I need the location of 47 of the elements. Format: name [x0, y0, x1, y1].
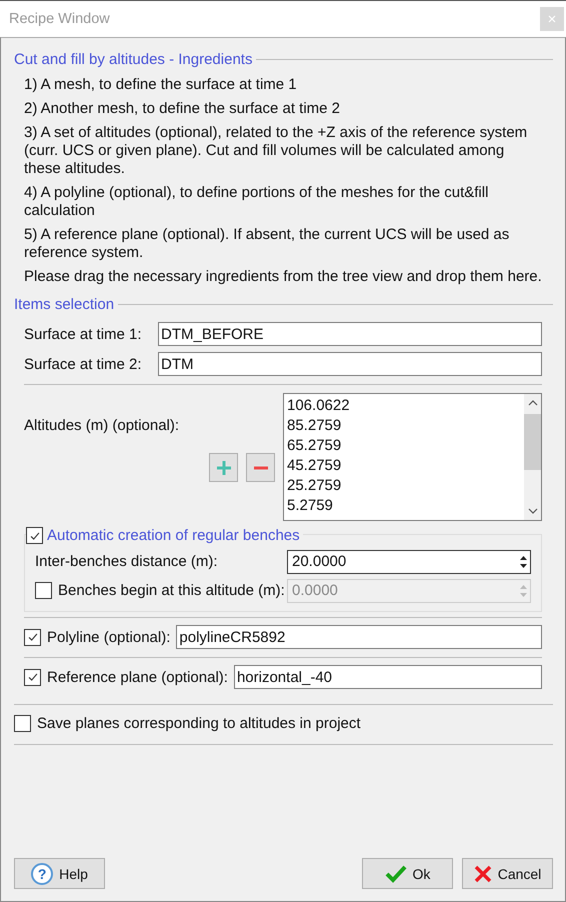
scroll-down-icon[interactable]: [528, 508, 538, 514]
text-field[interactable]: DTM: [158, 352, 542, 376]
field-label: Altitudes (m) (optional):: [24, 417, 180, 434]
help-button[interactable]: ? Help: [14, 858, 105, 889]
remove-button[interactable]: [246, 453, 275, 482]
instruction-text: 3) A set of altitudes (optional), related to the +Z axis of the reference system (curr. UCS or given plane). Cut and fill volumes will be calculated among these altitudes.: [24, 124, 528, 178]
instruction-text: 4) A polyline (optional), to define portions of the meshes for the cut&fill calculation: [24, 184, 490, 220]
checkbox[interactable]: [14, 715, 31, 732]
checkbox[interactable]: [24, 668, 41, 686]
list-item[interactable]: 106.0622: [287, 396, 524, 416]
minus-icon: [252, 466, 268, 470]
field-label: Inter-benches distance (m):: [35, 553, 218, 570]
window-title: Recipe Window: [9, 11, 110, 27]
ok-button[interactable]: Ok: [362, 858, 453, 889]
spin-box[interactable]: 20.0000: [287, 550, 531, 574]
group-title: Items selection: [14, 296, 114, 313]
checkbox[interactable]: [26, 527, 43, 544]
help-icon: ?: [31, 862, 54, 884]
instruction-text: 2) Another mesh, to define the surface at time 2: [24, 100, 342, 118]
checkbox-label: Polyline (optional):: [47, 628, 170, 646]
list-item[interactable]: 85.2759: [287, 416, 524, 436]
text-field[interactable]: DTM_BEFORE: [158, 322, 542, 346]
field-label: Surface at time 2:: [24, 356, 143, 372]
list-item[interactable]: 45.2759: [287, 456, 524, 476]
list-item[interactable]: 5.2759: [287, 496, 524, 516]
instruction-text: 1) A mesh, to define the surface at time 1: [24, 76, 298, 94]
text-field[interactable]: horizontal_-40: [234, 665, 542, 689]
cancel-button[interactable]: Cancel: [462, 858, 553, 889]
field-label: Surface at time 1:: [24, 326, 143, 342]
scrollbar[interactable]: [524, 394, 541, 520]
close-icon: [547, 14, 557, 24]
list-item[interactable]: 65.2759: [287, 436, 524, 456]
plus-icon: [216, 460, 232, 476]
field-label: Benches begin at this altitude (m):: [58, 582, 285, 599]
scroll-up-icon[interactable]: [528, 400, 538, 406]
scroll-thumb[interactable]: [524, 414, 541, 470]
checkmark-icon: [384, 864, 407, 882]
checkbox[interactable]: [24, 628, 41, 646]
group-title: Cut and fill by altitudes - Ingredients: [14, 51, 252, 68]
instruction-text: Please drag the necessary ingredients from the tree view and drop them here.: [24, 268, 543, 286]
text-field[interactable]: polylineCR5892: [176, 625, 542, 649]
list-item[interactable]: 25.2759: [287, 476, 524, 496]
checkbox-label: Reference plane (optional):: [47, 668, 228, 686]
checkbox-label: Save planes corresponding to altitudes in project: [37, 715, 361, 732]
group-title: Automatic creation of regular benches: [47, 527, 300, 544]
cross-icon: [474, 864, 492, 882]
instruction-text: 5) A reference plane (optional). If absent, the current UCS will be used as reference system.: [24, 226, 510, 262]
